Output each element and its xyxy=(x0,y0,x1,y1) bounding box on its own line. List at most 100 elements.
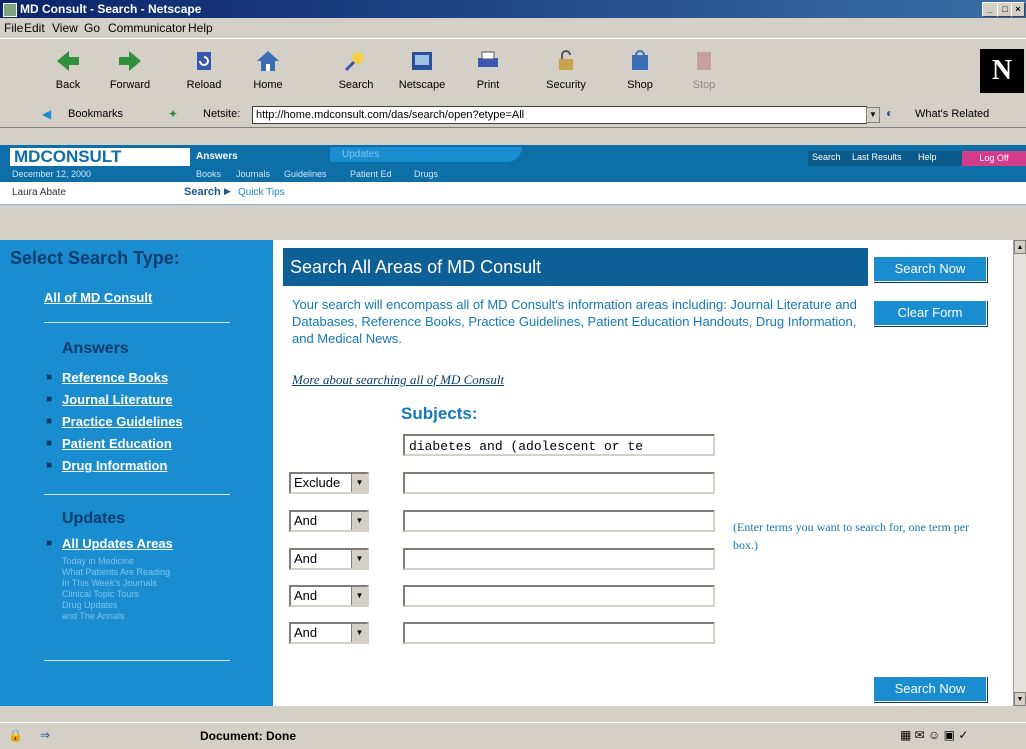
sidebar-heading: Select Search Type: xyxy=(10,248,180,268)
nav-patient-ed[interactable]: Patient Ed xyxy=(350,169,392,179)
operator-select[interactable]: And ▼ xyxy=(289,622,369,644)
security-button[interactable]: Security xyxy=(538,43,594,99)
menu-communicator[interactable]: Communicator xyxy=(108,21,186,35)
nav-guidelines[interactable]: Guidelines xyxy=(284,169,327,179)
update-today-in-medicine[interactable]: Today in Medicine xyxy=(62,556,134,566)
nav-books[interactable]: Books xyxy=(196,169,221,179)
bullet-icon: ■ xyxy=(46,416,53,427)
search-crumb[interactable]: Search xyxy=(184,186,221,198)
update-what-patients-reading[interactable]: What Patients Are Reading xyxy=(62,567,170,577)
sidebar-item-all[interactable]: All of MD Consult xyxy=(44,290,152,305)
component-bar-icon[interactable]: ▦ ✉ ☺ ▣ ✓ xyxy=(900,728,968,742)
search-form-panel: Search All Areas of MD Consult Search No… xyxy=(273,240,1013,706)
security-label: Security xyxy=(546,79,586,91)
url-dropdown-arrow[interactable]: ▼ xyxy=(866,107,880,123)
search-now-button-bottom[interactable]: Search Now xyxy=(873,676,987,702)
shop-button[interactable]: Shop xyxy=(612,43,668,99)
sidebar-item-journal-literature[interactable]: Journal Literature xyxy=(62,392,173,407)
bookmarks-button[interactable]: Bookmarks xyxy=(68,108,123,120)
stop-label: Stop xyxy=(692,79,716,91)
menu-edit[interactable]: Edit xyxy=(24,21,45,35)
search-description: Your search will encompass all of MD Con… xyxy=(292,297,857,346)
dropdown-arrow-icon: ▼ xyxy=(351,512,367,530)
back-arrow-icon xyxy=(57,51,79,71)
reload-label: Reload xyxy=(186,79,222,91)
home-label: Home xyxy=(253,79,283,91)
mdconsult-logo[interactable]: MDCONSULT xyxy=(10,148,190,166)
update-the-annals[interactable]: and The Annals xyxy=(62,611,124,621)
update-this-weeks-journals[interactable]: In This Week's Journals xyxy=(62,578,157,588)
menu-view[interactable]: View xyxy=(52,21,78,35)
forward-button[interactable]: Forward xyxy=(102,43,158,99)
nav-journals[interactable]: Journals xyxy=(236,169,270,179)
home-icon xyxy=(257,51,279,71)
status-text: Document: Done xyxy=(200,729,296,743)
connection-icon: 🔒 xyxy=(8,728,23,742)
netsite-label: Netsite: xyxy=(203,108,241,120)
print-icon xyxy=(478,51,498,67)
nav-help[interactable]: Help xyxy=(918,152,937,162)
nav-search[interactable]: Search xyxy=(812,152,841,162)
stop-icon xyxy=(697,52,711,70)
operator-value: And xyxy=(294,625,318,640)
window-title: MD Consult - Search - Netscape xyxy=(20,2,202,16)
operator-select[interactable]: Exclude ▼ xyxy=(289,472,369,494)
bullet-icon: ■ xyxy=(46,538,53,549)
page-title: Search All Areas of MD Consult xyxy=(283,248,868,286)
term-input[interactable] xyxy=(403,472,715,494)
operator-value: Exclude xyxy=(294,475,341,490)
log-off-button[interactable]: Log Off xyxy=(962,151,1026,166)
term-input[interactable] xyxy=(403,585,715,607)
tab-updates[interactable]: Updates xyxy=(330,147,522,162)
entry-hint: (Enter terms you want to search for, one… xyxy=(733,520,970,552)
scroll-up-arrow[interactable]: ▲ xyxy=(1014,240,1026,254)
tab-answers[interactable]: Answers xyxy=(196,151,238,162)
update-drug-updates[interactable]: Drug Updates xyxy=(62,600,118,610)
sidebar-item-drug-information[interactable]: Drug Information xyxy=(62,458,167,473)
print-button[interactable]: Print xyxy=(460,43,516,99)
search-button[interactable]: Search xyxy=(328,43,384,99)
operator-value: And xyxy=(294,551,318,566)
term-input[interactable] xyxy=(403,548,715,570)
term-input[interactable] xyxy=(403,510,715,532)
nav-drugs[interactable]: Drugs xyxy=(414,169,438,179)
whats-related-button[interactable]: What's Related xyxy=(915,108,989,120)
minimize-button[interactable]: _ xyxy=(982,2,998,17)
dropdown-arrow-icon: ▼ xyxy=(351,624,367,642)
scroll-down-arrow[interactable]: ▼ xyxy=(1014,692,1026,706)
netscape-button[interactable]: Netscape xyxy=(394,43,450,99)
operator-select[interactable]: And ▼ xyxy=(289,585,369,607)
quick-tips-link[interactable]: Quick Tips xyxy=(238,187,285,198)
brand-bar: MDCONSULT December 12, 2000 Answers Upda… xyxy=(0,145,1026,182)
stop-button[interactable]: Stop xyxy=(676,43,732,99)
clear-form-button[interactable]: Clear Form xyxy=(873,300,987,326)
reload-button[interactable]: Reload xyxy=(176,43,232,99)
search-now-button-top[interactable]: Search Now xyxy=(873,256,987,282)
close-button[interactable]: × xyxy=(1011,2,1025,17)
navigation-toolbar: Back Forward Reload Home Search Netscape… xyxy=(0,38,1026,104)
netscape-label: Netscape xyxy=(398,79,446,91)
sidebar-item-patient-education[interactable]: Patient Education xyxy=(62,436,172,451)
term-input[interactable] xyxy=(403,622,715,644)
forward-label: Forward xyxy=(109,79,151,91)
menu-help[interactable]: Help xyxy=(188,21,213,35)
bookmarks-icon: ◀ xyxy=(42,107,52,121)
operator-select[interactable]: And ▼ xyxy=(289,510,369,532)
update-clinical-topic-tours[interactable]: Clinical Topic Tours xyxy=(62,589,139,599)
menu-file[interactable]: File xyxy=(4,21,23,35)
more-about-link[interactable]: More about searching all of MD Consult xyxy=(292,372,504,388)
sidebar-item-all-updates[interactable]: All Updates Areas xyxy=(62,536,173,551)
subject-term-input[interactable]: diabetes and (adolescent or te xyxy=(403,434,715,456)
vertical-scrollbar[interactable]: ▲ ▼ xyxy=(1013,240,1026,706)
menu-go[interactable]: Go xyxy=(84,21,100,35)
back-button[interactable]: Back xyxy=(40,43,96,99)
menu-bar: File Edit View Go Communicator Help xyxy=(0,18,1026,38)
url-field[interactable]: http://home.mdconsult.com/das/search/ope… xyxy=(252,106,867,124)
nav-last-results[interactable]: Last Results xyxy=(852,152,902,162)
home-button[interactable]: Home xyxy=(240,43,296,99)
operator-select[interactable]: And ▼ xyxy=(289,548,369,570)
title-bar: MD Consult - Search - Netscape _ □ × xyxy=(0,0,1026,18)
sidebar-item-reference-books[interactable]: Reference Books xyxy=(62,370,168,385)
sidebar-item-practice-guidelines[interactable]: Practice Guidelines xyxy=(62,414,183,429)
divider xyxy=(44,660,230,661)
